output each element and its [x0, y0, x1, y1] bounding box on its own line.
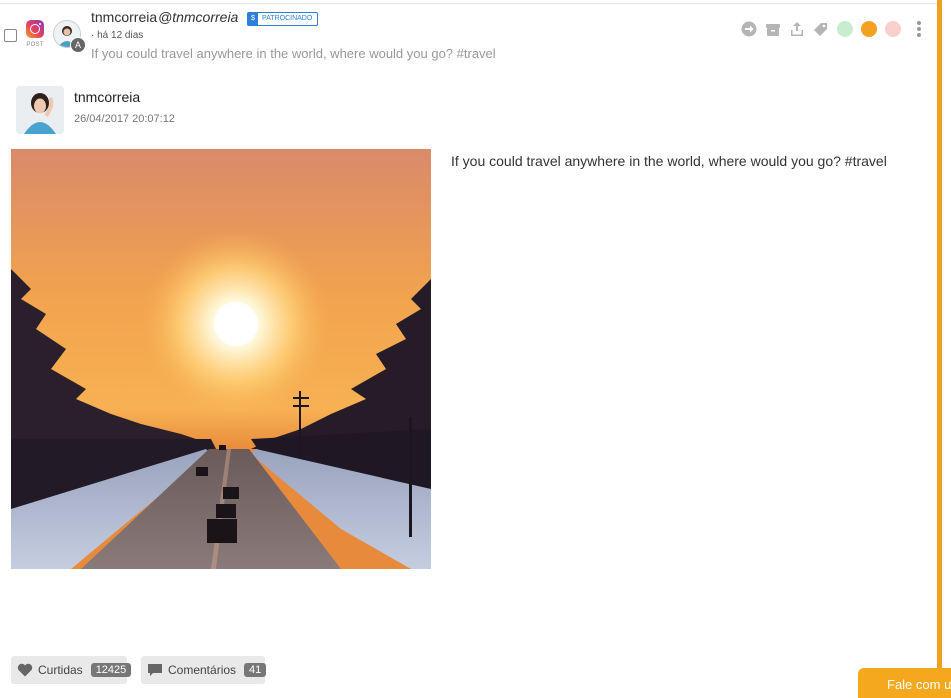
archive-icon[interactable] [765, 21, 781, 37]
selected-indicator-bar [937, 0, 942, 694]
comments-count: 41 [244, 663, 267, 677]
post-type-label: POST [26, 42, 44, 48]
author-display-name[interactable]: tnmcorreia [74, 89, 140, 105]
post-caption: If you could travel anywhere in the worl… [451, 153, 887, 169]
likes-label: Curtidas [38, 663, 83, 677]
sponsored-label: PATROCINADO [262, 15, 313, 22]
sentiment-negative-icon[interactable] [885, 21, 901, 37]
sentiment-neutral-icon[interactable] [861, 21, 877, 37]
dollar-icon: $ [248, 13, 258, 25]
likes-count: 12425 [90, 663, 132, 677]
comments-counter[interactable]: Comentários 41 [141, 656, 267, 684]
top-divider [0, 3, 937, 4]
post-actions [741, 21, 921, 37]
post-preview-text[interactable]: If you could travel anywhere in the worl… [91, 46, 496, 61]
more-icon[interactable] [917, 21, 921, 37]
sentiment-positive-icon[interactable] [837, 21, 853, 37]
heart-icon [17, 663, 33, 677]
author-avatar[interactable] [16, 86, 64, 134]
post-select-checkbox[interactable] [4, 29, 17, 42]
post-date: 26/04/2017 20:07:12 [74, 113, 175, 125]
account-badge: A [70, 37, 86, 53]
share-icon[interactable] [789, 21, 805, 37]
author-name[interactable]: tnmcorreia [91, 9, 157, 25]
post-time-ago: · há 12 dias [91, 30, 144, 41]
network-badge: POST [24, 20, 46, 48]
sponsored-badge: $ PATROCINADO [247, 12, 319, 26]
tag-icon[interactable] [813, 21, 829, 37]
comment-icon [147, 663, 163, 677]
comments-label: Comentários [168, 663, 237, 677]
likes-counter[interactable]: Curtidas 12425 [11, 656, 132, 684]
instagram-icon [26, 20, 44, 38]
author-handle[interactable]: @tnmcorreia [158, 9, 238, 25]
forward-icon[interactable] [741, 21, 757, 37]
post-image[interactable] [11, 149, 431, 569]
